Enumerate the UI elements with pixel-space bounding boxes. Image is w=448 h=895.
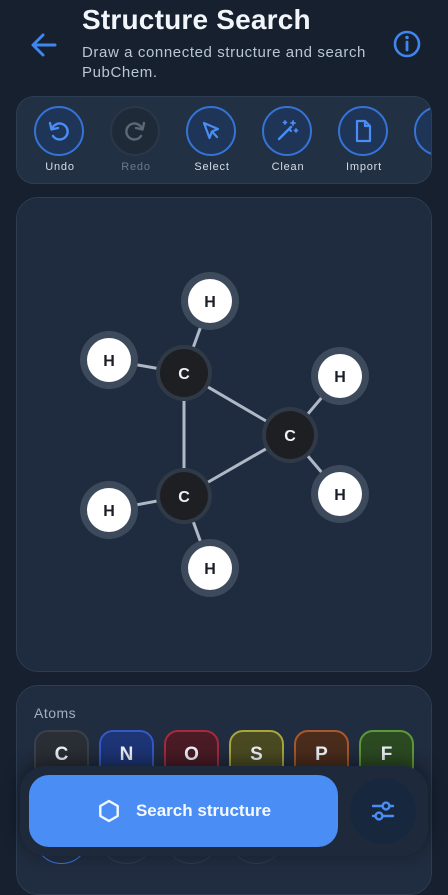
redo-button[interactable]: Redo — [106, 106, 166, 176]
hydrogen-atom[interactable]: H — [311, 465, 369, 523]
atom-label: H — [103, 503, 115, 520]
hydrogen-atom[interactable]: H — [181, 539, 239, 597]
atom-symbol: P — [315, 744, 328, 765]
hydrogen-atom[interactable]: H — [311, 347, 369, 405]
sliders-icon — [371, 801, 395, 821]
atom-label: C — [178, 366, 190, 383]
search-structure-button[interactable]: Search structure — [29, 775, 338, 847]
hydrogen-atom[interactable]: H — [181, 272, 239, 330]
carbon-atom[interactable]: C — [262, 407, 318, 463]
export-button[interactable]: E — [410, 106, 432, 176]
info-icon — [393, 30, 421, 58]
undo-icon — [48, 121, 69, 141]
magic-wand-icon — [277, 120, 299, 141]
page-subtitle: Draw a connected structure and search Pu… — [82, 44, 367, 81]
undo-label: Undo — [45, 161, 75, 173]
atom-symbol: O — [184, 744, 199, 765]
select-button[interactable]: Select — [182, 106, 242, 176]
export-label: E — [400, 161, 431, 173]
atom-label: C — [178, 489, 190, 506]
atom-label: H — [334, 369, 346, 386]
undo-button[interactable]: Undo — [30, 106, 90, 176]
atoms-title: Atoms — [34, 705, 77, 721]
drawing-canvas[interactable]: C C C H H H H H H — [16, 197, 432, 672]
atom-label: C — [284, 428, 296, 445]
select-label: Select — [194, 161, 230, 173]
partial-icon — [426, 118, 432, 144]
atom-symbol: C — [54, 744, 69, 765]
toolbar: Undo Redo Select Clean Import — [16, 96, 432, 184]
action-bar: Search structure — [20, 766, 428, 856]
atom-symbol: S — [250, 744, 263, 765]
clean-label: Clean — [271, 161, 305, 173]
carbon-atom[interactable]: C — [156, 345, 212, 401]
clean-button[interactable]: Clean — [258, 106, 318, 176]
atom-label: H — [103, 353, 115, 370]
hexagon-icon — [99, 799, 119, 823]
search-structure-label: Search structure — [135, 801, 272, 820]
atom-label: H — [334, 487, 346, 504]
atom-symbol: N — [119, 744, 134, 765]
file-icon — [355, 119, 372, 143]
atom-label: H — [204, 294, 216, 311]
molecule-drawing[interactable]: C C C H H H H H H — [17, 198, 431, 671]
redo-icon — [125, 121, 146, 141]
page-title: Structure Search — [82, 4, 311, 35]
import-button[interactable]: Import — [334, 106, 394, 176]
cursor-icon — [202, 121, 220, 140]
info-button[interactable] — [390, 27, 424, 61]
hydrogen-atom[interactable]: H — [80, 481, 138, 539]
header: Structure Search Draw a connected struct… — [0, 0, 448, 96]
carbon-atom[interactable]: C — [156, 468, 212, 524]
redo-label: Redo — [121, 161, 151, 173]
hydrogen-atom[interactable]: H — [80, 331, 138, 389]
import-label: Import — [346, 161, 382, 173]
arrow-left-icon — [31, 33, 57, 57]
search-settings-button[interactable] — [350, 778, 416, 844]
back-button[interactable] — [26, 27, 62, 63]
atom-label: H — [204, 561, 216, 578]
atom-symbol: F — [380, 744, 393, 765]
